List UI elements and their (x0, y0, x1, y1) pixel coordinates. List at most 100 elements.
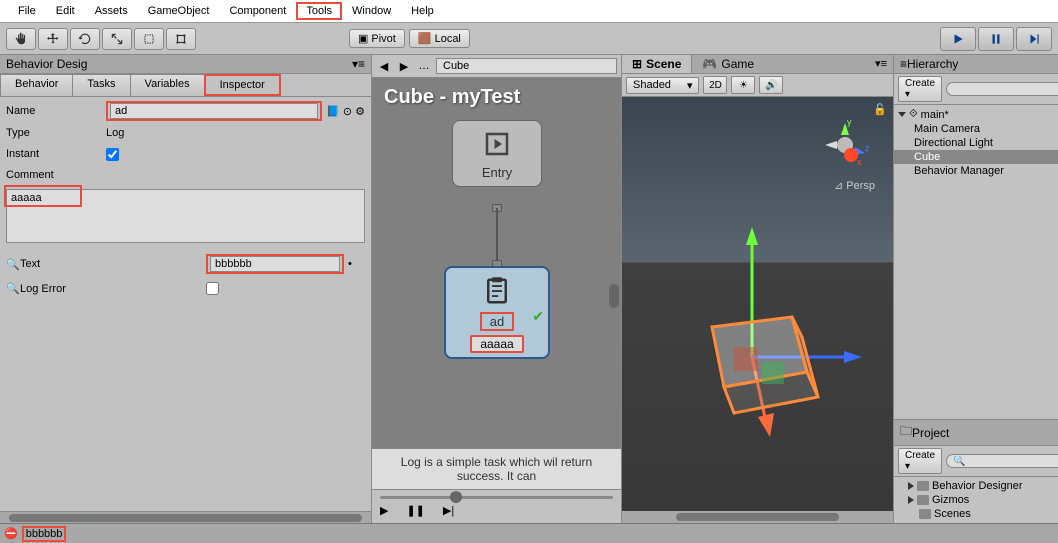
pb-pause[interactable]: ❚❚ (406, 504, 424, 517)
main-toolbar: ▣ Pivot 🟫 Local (0, 23, 1058, 55)
pb-play[interactable]: ▶ (380, 504, 388, 517)
tab-inspector[interactable]: Inspector (204, 74, 281, 96)
gear-icon[interactable]: ⚙ (355, 105, 365, 118)
graph-nav-back[interactable]: ◀ (376, 59, 392, 73)
scene-panel: ⊞ Scene 🎮 Game ▾≡ Shaded▾ 2D ☀ 🔊 y z x (622, 55, 894, 523)
light-toggle[interactable]: ☀ (731, 76, 755, 94)
tab-tasks[interactable]: Tasks (72, 74, 130, 96)
rect-tool[interactable] (134, 28, 164, 50)
move-tool[interactable] (38, 28, 68, 50)
svg-text:x: x (857, 157, 862, 167)
menu-window[interactable]: Window (342, 2, 401, 20)
comment-input[interactable]: aaaaa (6, 189, 365, 243)
graph-nav-fwd[interactable]: ▶ (396, 59, 412, 73)
locate-icon[interactable]: ⊙ (343, 105, 352, 118)
menu-assets[interactable]: Assets (85, 2, 138, 20)
behavior-designer-panel: Behavior Desig▾≡ Behavior Tasks Variable… (0, 55, 372, 523)
rotate-tool[interactable] (70, 28, 100, 50)
menu-tools[interactable]: Tools (296, 2, 342, 20)
graph-playback: ▶ ❚❚ ▶| (372, 489, 621, 523)
orientation-gizmo[interactable]: y z x (815, 115, 875, 175)
entry-label: Entry (482, 165, 512, 180)
hierarchy-title: ≡ Hierarchy (894, 55, 1058, 74)
connector-line (496, 208, 498, 266)
hierarchy-tree: ⟐ main* Main Camera Directional Light Cu… (894, 105, 1058, 419)
console-message: bbbbbb (26, 528, 63, 540)
project-title: 🗀 Project (894, 420, 1058, 446)
comment-label: Comment (6, 169, 106, 181)
pivot-toggle[interactable]: ▣ Pivot (349, 29, 405, 48)
error-icon: ⛔ (4, 527, 18, 540)
logerror-checkbox[interactable] (206, 282, 219, 295)
instant-label: Instant (6, 148, 106, 160)
project-create-dropdown[interactable]: Create ▾ (898, 448, 942, 474)
graph-nav-more[interactable]: … (416, 59, 432, 73)
pause-button[interactable] (978, 27, 1014, 51)
scene-tab-menu[interactable]: ▾≡ (869, 55, 893, 73)
hierarchy-search[interactable] (946, 82, 1058, 96)
tab-scene[interactable]: ⊞ Scene (622, 55, 692, 73)
log-icon (477, 274, 517, 308)
type-label: Type (6, 127, 106, 139)
svg-text:z: z (865, 143, 870, 153)
2d-toggle[interactable]: 2D (703, 76, 727, 94)
graph-object-field[interactable]: Cube (436, 58, 617, 74)
task-comment: aaaaa (470, 335, 523, 353)
hierarchy-item[interactable]: Directional Light (894, 136, 1058, 150)
console-status-bar[interactable]: ⛔ bbbbbb (0, 523, 1058, 543)
instant-checkbox[interactable] (106, 148, 119, 161)
playback-slider[interactable] (380, 496, 613, 499)
doc-icon[interactable]: 📘 (326, 105, 340, 118)
right-panels: ≡ Hierarchy Create ▾ ⟐ main* Main Camera… (894, 55, 1058, 523)
hierarchy-item[interactable]: Main Camera (894, 122, 1058, 136)
search-icon: 🔍 (6, 258, 20, 271)
hierarchy-item[interactable]: Behavior Manager (894, 164, 1058, 178)
persp-label[interactable]: ⊿ Persp (834, 179, 875, 192)
scale-tool[interactable] (102, 28, 132, 50)
log-task-node[interactable]: ✔ ad aaaaa (444, 266, 550, 359)
audio-toggle[interactable]: 🔊 (759, 76, 783, 94)
tab-game[interactable]: 🎮 Game (692, 55, 764, 73)
menu-help[interactable]: Help (401, 2, 444, 20)
menu-gameobject[interactable]: GameObject (138, 2, 220, 20)
menu-edit[interactable]: Edit (46, 2, 85, 20)
behavior-graph-panel: ◀ ▶ … Cube Cube - myTest Entry ✔ ad aaaa… (372, 55, 622, 523)
step-button[interactable] (1016, 27, 1052, 51)
name-label: Name (6, 105, 106, 117)
task-label: ad (480, 312, 514, 331)
logerror-label: Log Error (20, 283, 206, 295)
hierarchy-scene-root[interactable]: ⟐ main* (894, 107, 1058, 122)
scene-hscroll[interactable] (622, 511, 893, 523)
hand-tool[interactable] (6, 28, 36, 50)
project-search[interactable] (946, 454, 1058, 468)
name-input[interactable] (110, 103, 318, 119)
transform-tool[interactable] (166, 28, 196, 50)
menu-file[interactable]: File (8, 2, 46, 20)
project-tree: Behavior Designer Gizmos Scenes (894, 477, 1058, 523)
left-hscroll[interactable] (0, 511, 371, 523)
hierarchy-item-selected[interactable]: Cube (894, 150, 1058, 164)
project-folder[interactable]: Behavior Designer (894, 479, 1058, 493)
menu-bar: File Edit Assets GameObject Component To… (0, 0, 1058, 23)
entry-node[interactable]: Entry (452, 120, 542, 187)
scene-viewport[interactable]: y z x 🔓 ⊿ Persp (622, 97, 893, 511)
graph-canvas[interactable]: Cube - myTest Entry ✔ ad aaaaa Log is a … (372, 78, 621, 489)
play-button[interactable] (940, 27, 976, 51)
hierarchy-create-dropdown[interactable]: Create ▾ (898, 76, 942, 102)
check-icon: ✔ (532, 308, 544, 325)
menu-component[interactable]: Component (219, 2, 296, 20)
entry-icon (477, 127, 517, 161)
tab-variables[interactable]: Variables (130, 74, 205, 96)
project-folder[interactable]: Gizmos (894, 493, 1058, 507)
graph-vscroll[interactable] (609, 284, 619, 308)
text-dot-icon[interactable]: • (348, 258, 352, 270)
pb-step[interactable]: ▶| (443, 504, 454, 517)
tab-behavior[interactable]: Behavior (0, 74, 73, 96)
text-label: Text (20, 258, 206, 270)
local-toggle[interactable]: 🟫 Local (409, 29, 470, 48)
svg-text:y: y (847, 117, 852, 127)
project-folder[interactable]: Scenes (894, 507, 1058, 521)
text-input[interactable] (210, 256, 340, 272)
shading-mode-dropdown[interactable]: Shaded▾ (626, 77, 699, 94)
lock-icon[interactable]: 🔓 (873, 103, 887, 116)
